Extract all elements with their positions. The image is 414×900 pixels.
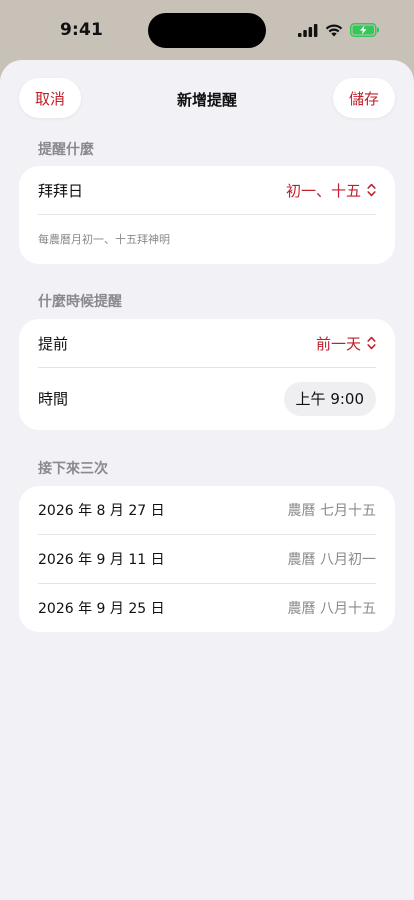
advance-label: 提前 xyxy=(38,334,69,353)
worship-day-value: 初一、十五 xyxy=(285,181,361,200)
occurrence-lunar-date: 農曆 八月十五 xyxy=(287,600,376,617)
list-item: 2026 年 8 月 27 日 農曆 七月十五 xyxy=(19,486,395,534)
dynamic-island xyxy=(148,13,266,48)
occurrence-lunar-date: 農曆 七月十五 xyxy=(287,503,376,519)
status-icons xyxy=(298,22,380,38)
worship-day-picker[interactable]: 初一、十五 xyxy=(286,180,376,201)
status-bar: 9:41 xyxy=(0,0,414,58)
next-occurrences-card: 2026 年 8 月 27 日 農曆 七月十五 2026 年 9 月 11 日 … xyxy=(19,486,395,632)
list-item: 2026 年 9 月 25 日 農曆 八月十五 xyxy=(19,583,395,632)
when-card: 提前 前一天 時間 上午 9:00 xyxy=(19,319,395,430)
hint-row: 每農曆月初一、十五拜神明 xyxy=(19,214,395,264)
chevron-up-down-icon xyxy=(367,336,376,350)
time-row: 時間 上午 9:00 xyxy=(19,367,395,430)
what-card: 拜拜日 初一、十五 每農曆月初一、十五拜神明 xyxy=(19,166,395,264)
list-item: 2026 年 9 月 11 日 農曆 八月初一 xyxy=(19,534,395,583)
wifi-icon xyxy=(325,24,343,36)
occurrence-date: 2026 年 9 月 25 日 xyxy=(38,600,165,617)
chevron-up-down-icon xyxy=(367,183,376,197)
occurrence-date: 2026 年 9 月 11 日 xyxy=(38,551,165,568)
advance-picker[interactable]: 前一天 xyxy=(316,333,376,354)
advance-value: 前一天 xyxy=(315,334,361,353)
section-header-what: 提醒什麼 xyxy=(38,142,94,158)
advance-row[interactable]: 提前 前一天 xyxy=(19,319,395,367)
worship-day-label: 拜拜日 xyxy=(38,181,84,200)
time-picker-button[interactable]: 上午 9:00 xyxy=(283,381,376,416)
battery-charging-icon xyxy=(350,23,379,37)
save-button[interactable]: 儲存 xyxy=(333,78,395,118)
section-header-when: 什麼時候提醒 xyxy=(38,294,122,310)
section-header-next: 接下來三次 xyxy=(38,461,108,477)
occurrence-lunar-date: 農曆 八月初一 xyxy=(287,551,376,568)
time-label: 時間 xyxy=(38,390,69,408)
worship-day-hint: 每農曆月初一、十五拜神明 xyxy=(38,233,170,246)
worship-day-row[interactable]: 拜拜日 初一、十五 xyxy=(19,166,395,214)
occurrence-date: 2026 年 8 月 27 日 xyxy=(38,503,165,519)
cellular-signal-icon xyxy=(298,23,318,37)
reminder-sheet: 取消 新增提醒 儲存 提醒什麼 拜拜日 初一、十五 每農曆月初一、十五拜神明 什… xyxy=(0,60,414,900)
nav-bar: 取消 新增提醒 儲存 xyxy=(0,60,414,140)
screen: 9:41 取消 新增提醒 儲存 提醒什麼 拜拜日 初一、十五 每農曆月初一、十五… xyxy=(0,0,414,900)
status-time: 9:41 xyxy=(60,20,104,40)
